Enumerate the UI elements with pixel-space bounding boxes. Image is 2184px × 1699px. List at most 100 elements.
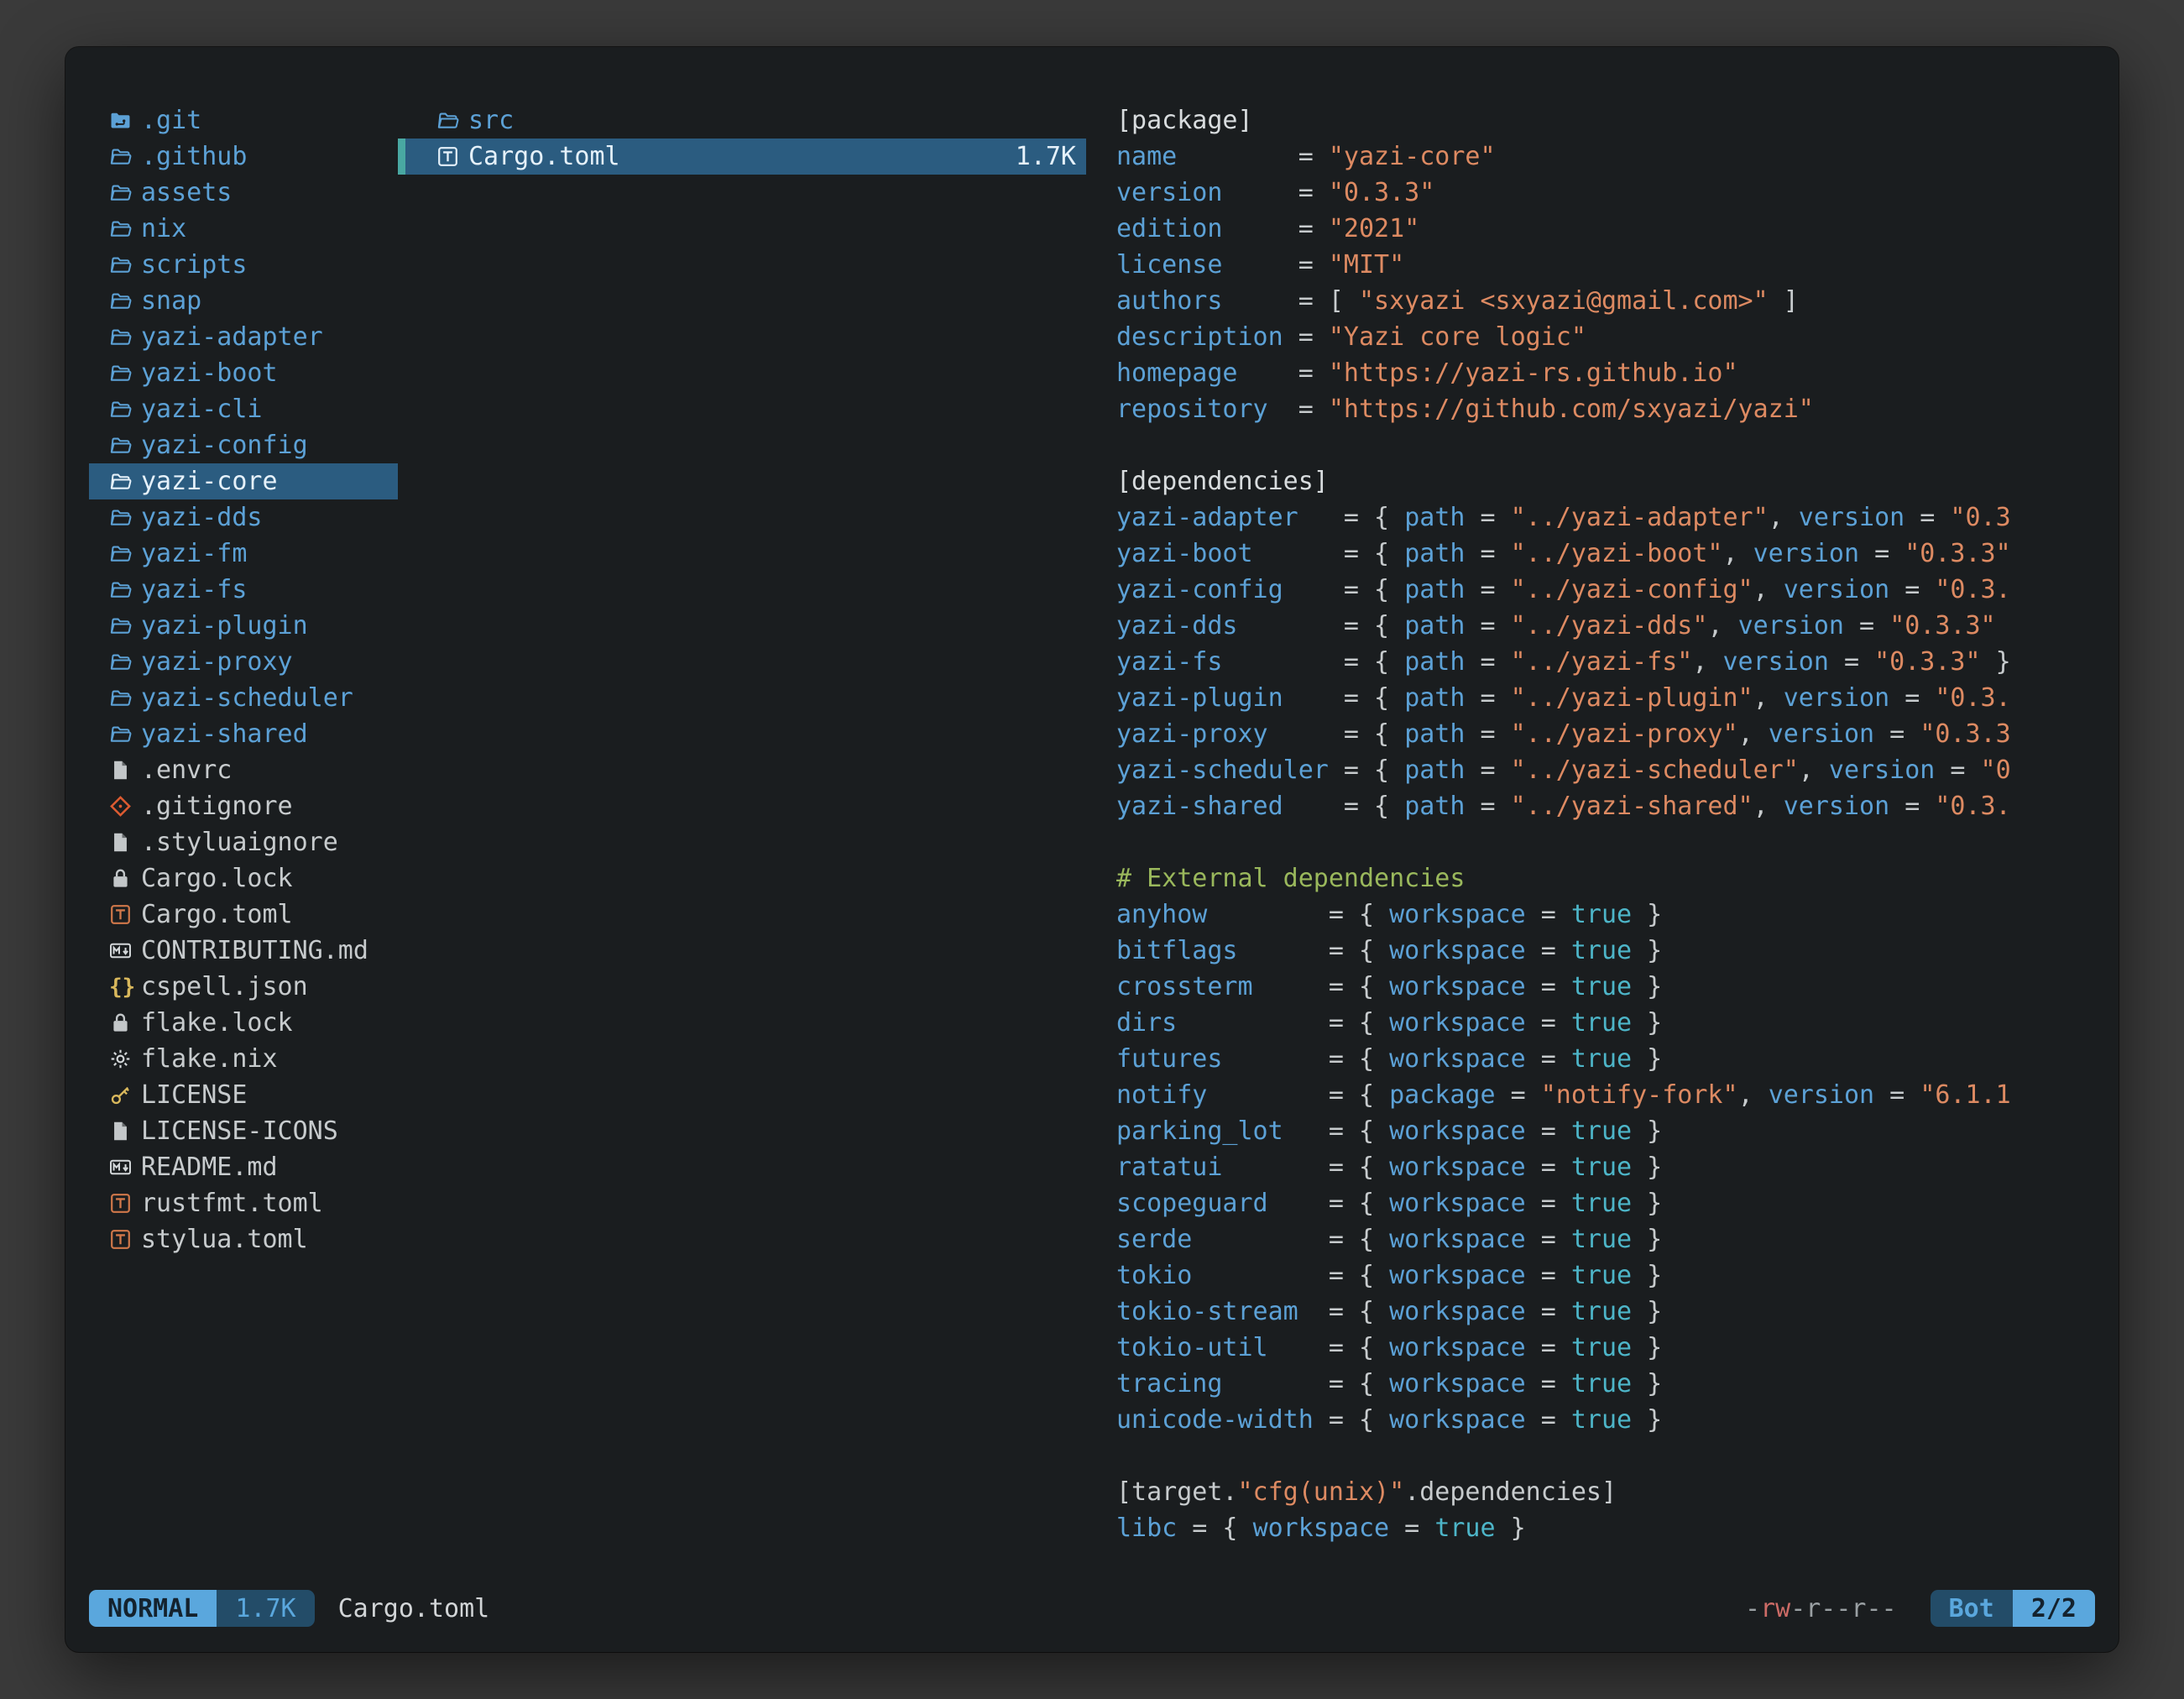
file-item-yazi-plugin[interactable]: yazi-plugin <box>89 608 398 644</box>
folder-icon <box>109 254 141 276</box>
file-item-yazi-scheduler[interactable]: yazi-scheduler <box>89 680 398 716</box>
file-item-LICENSE[interactable]: LICENSE <box>89 1077 398 1113</box>
preview-line: license = "MIT" <box>1116 247 2098 283</box>
file-name: flake.lock <box>141 1008 293 1038</box>
file-item-flake.lock[interactable]: flake.lock <box>89 1005 398 1041</box>
file-item-yazi-proxy[interactable]: yazi-proxy <box>89 644 398 680</box>
status-filename: Cargo.toml <box>338 1594 490 1623</box>
file-name: cspell.json <box>141 972 308 1001</box>
file-item-scripts[interactable]: scripts <box>89 247 398 283</box>
preview-line: libc = { workspace = true } <box>1116 1510 2098 1546</box>
file-item-Cargo.toml[interactable]: Cargo.toml1.7K <box>398 139 1086 175</box>
file-item-.github[interactable]: .github <box>89 139 398 175</box>
preview-line <box>1116 1438 2098 1474</box>
file-icon <box>109 831 141 854</box>
preview-line: tokio = { workspace = true } <box>1116 1257 2098 1294</box>
preview-line: notify = { package = "notify-fork", vers… <box>1116 1077 2098 1113</box>
preview-line: unicode-width = { workspace = true } <box>1116 1402 2098 1438</box>
preview-line: yazi-adapter = { path = "../yazi-adapter… <box>1116 499 2098 536</box>
file-item-yazi-cli[interactable]: yazi-cli <box>89 391 398 427</box>
file-name: yazi-proxy <box>141 647 293 677</box>
file-item-yazi-fs[interactable]: yazi-fs <box>89 572 398 608</box>
file-name: yazi-dds <box>141 503 263 532</box>
file-name: .gitignore <box>141 792 293 821</box>
preview-line: [target."cfg(unix)".dependencies] <box>1116 1474 2098 1510</box>
file-item-yazi-shared[interactable]: yazi-shared <box>89 716 398 752</box>
preview-line: name = "yazi-core" <box>1116 139 2098 175</box>
file-name: LICENSE-ICONS <box>141 1116 338 1146</box>
file-name: src <box>468 106 514 135</box>
file-name: LICENSE <box>141 1080 247 1110</box>
file-item-stylua.toml[interactable]: stylua.toml <box>89 1221 398 1257</box>
file-item-README.md[interactable]: README.md <box>89 1149 398 1185</box>
braces-icon: {} <box>109 975 141 1000</box>
preview-line: parking_lot = { workspace = true } <box>1116 1113 2098 1149</box>
markdown-icon <box>109 939 141 962</box>
preview-line: yazi-scheduler = { path = "../yazi-sched… <box>1116 752 2098 788</box>
file-item-yazi-boot[interactable]: yazi-boot <box>89 355 398 391</box>
folder-icon <box>436 109 468 132</box>
file-name: yazi-fs <box>141 575 247 604</box>
file-name: Cargo.toml <box>468 142 620 171</box>
preview-line: authors = [ "sxyazi <sxyazi@gmail.com>" … <box>1116 283 2098 319</box>
file-item-rustfmt.toml[interactable]: rustfmt.toml <box>89 1185 398 1221</box>
file-name: yazi-adapter <box>141 322 323 352</box>
file-item-Cargo.toml[interactable]: Cargo.toml <box>89 897 398 933</box>
file-name: CONTRIBUTING.md <box>141 936 368 965</box>
gear-icon <box>109 1048 141 1070</box>
preview-line: # External dependencies <box>1116 860 2098 897</box>
file-name: yazi-scheduler <box>141 683 353 713</box>
permissions-text: -rw-r--r-- <box>1745 1594 1897 1623</box>
file-name: scripts <box>141 250 247 280</box>
file-item-assets[interactable]: assets <box>89 175 398 211</box>
file-name: .envrc <box>141 755 232 785</box>
file-name: .styluaignore <box>141 828 338 857</box>
mode-badge: NORMAL <box>89 1590 217 1627</box>
file-item-yazi-dds[interactable]: yazi-dds <box>89 499 398 536</box>
lock-icon <box>109 1012 141 1034</box>
file-name: README.md <box>141 1153 278 1182</box>
file-item-cspell.json[interactable]: {}cspell.json <box>89 969 398 1005</box>
file-item-yazi-core[interactable]: yazi-core <box>89 463 398 499</box>
file-name: rustfmt.toml <box>141 1189 323 1218</box>
file-item-nix[interactable]: nix <box>89 211 398 247</box>
preview-line: scopeguard = { workspace = true } <box>1116 1185 2098 1221</box>
file-item-snap[interactable]: snap <box>89 283 398 319</box>
file-name: Cargo.toml <box>141 900 293 929</box>
preview-line: yazi-boot = { path = "../yazi-boot", ver… <box>1116 536 2098 572</box>
file-name: yazi-core <box>141 467 278 496</box>
file-item-flake.nix[interactable]: flake.nix <box>89 1041 398 1077</box>
preview-line: tokio-util = { workspace = true } <box>1116 1330 2098 1366</box>
size-badge: 1.7K <box>217 1590 314 1627</box>
preview-line: yazi-fs = { path = "../yazi-fs", version… <box>1116 644 2098 680</box>
file-name: yazi-shared <box>141 719 308 749</box>
file-item-.styluaignore[interactable]: .styluaignore <box>89 824 398 860</box>
file-item-.gitignore[interactable]: .gitignore <box>89 788 398 824</box>
folder-icon <box>109 398 141 421</box>
preview-line: homepage = "https://yazi-rs.github.io" <box>1116 355 2098 391</box>
file-name: stylua.toml <box>141 1225 308 1254</box>
folder-icon <box>109 578 141 601</box>
preview-line: yazi-shared = { path = "../yazi-shared",… <box>1116 788 2098 824</box>
file-name: assets <box>141 178 232 207</box>
status-left: NORMAL 1.7K Cargo.toml <box>89 1590 489 1627</box>
file-item-src[interactable]: src <box>398 102 1086 139</box>
file-item-yazi-fm[interactable]: yazi-fm <box>89 536 398 572</box>
file-name: snap <box>141 286 201 316</box>
file-item-yazi-config[interactable]: yazi-config <box>89 427 398 463</box>
file-item-LICENSE-ICONS[interactable]: LICENSE-ICONS <box>89 1113 398 1149</box>
file-icon <box>109 759 141 782</box>
file-name: yazi-boot <box>141 358 278 388</box>
folder-icon <box>109 145 141 168</box>
file-item-CONTRIBUTING.md[interactable]: CONTRIBUTING.md <box>89 933 398 969</box>
file-item-.envrc[interactable]: .envrc <box>89 752 398 788</box>
file-item-.git[interactable]: .git <box>89 102 398 139</box>
folder-icon <box>109 362 141 384</box>
status-bar: NORMAL 1.7K Cargo.toml -rw-r--r-- Bot 2/… <box>89 1590 2095 1627</box>
file-item-yazi-adapter[interactable]: yazi-adapter <box>89 319 398 355</box>
preview-line <box>1116 824 2098 860</box>
file-item-Cargo.lock[interactable]: Cargo.lock <box>89 860 398 897</box>
counter-badge: 2/2 <box>2013 1590 2095 1627</box>
file-name: yazi-plugin <box>141 611 308 640</box>
preview-line: [dependencies] <box>1116 463 2098 499</box>
